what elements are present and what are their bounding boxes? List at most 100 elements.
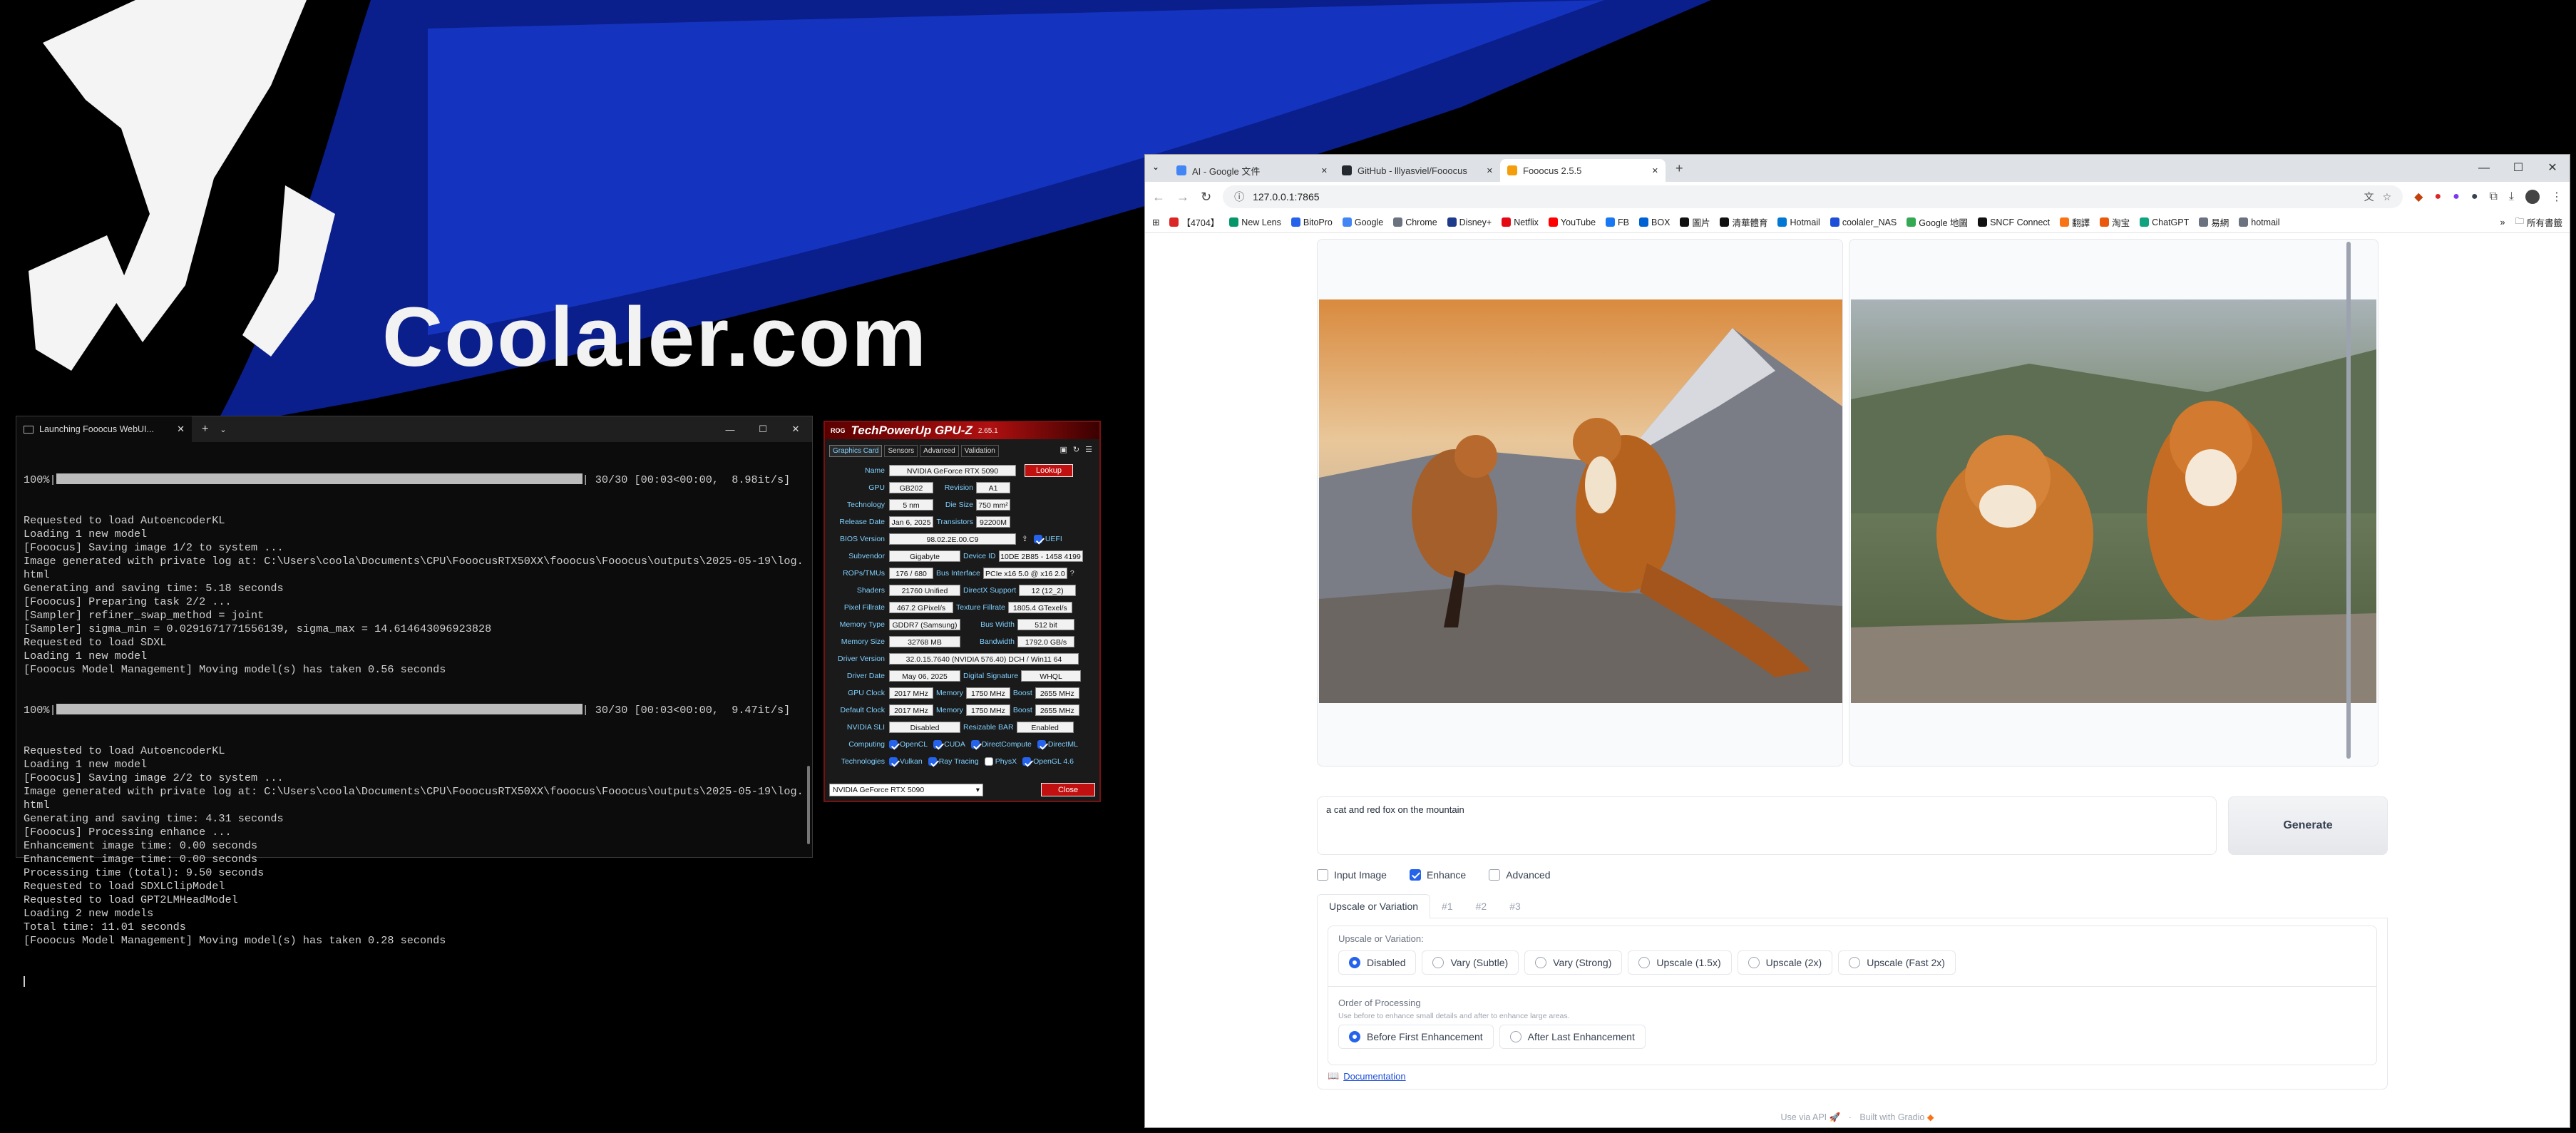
scrollbar[interactable] (807, 766, 810, 844)
radio-button[interactable] (1349, 1031, 1360, 1042)
value-rops[interactable]: 176 / 680 (889, 567, 933, 579)
bookmark[interactable]: BOX (1639, 215, 1670, 229)
back-icon[interactable]: ← (1152, 190, 1165, 205)
bookmark[interactable]: coolaler_NAS (1830, 215, 1897, 229)
bookmark[interactable]: 圖片 (1680, 215, 1710, 229)
fox-image-1[interactable] (1319, 299, 1842, 703)
tab-enhance-1[interactable]: #1 (1430, 895, 1464, 918)
value-bus-width[interactable]: 512 bit (1017, 618, 1074, 630)
bookmark[interactable]: 【4704】 (1169, 215, 1219, 229)
feature-checkbox[interactable]: PhysX (984, 757, 1017, 766)
radio-button[interactable] (1748, 957, 1760, 968)
radio-button[interactable] (1849, 957, 1861, 968)
value-directx[interactable]: 12 (12_2) (1019, 584, 1077, 596)
extensions-puzzle-icon[interactable]: ⧉ (2489, 190, 2497, 203)
bookmark[interactable]: 翻譯 (2060, 215, 2090, 229)
gallery-item[interactable] (1849, 239, 2379, 767)
checkbox[interactable] (889, 757, 898, 766)
tab-search-icon[interactable]: ⌄ (1152, 162, 1159, 172)
bookmark[interactable]: YouTube (1548, 215, 1596, 229)
bookmark[interactable]: Hotmail (1777, 215, 1820, 229)
fox-image-2[interactable] (1851, 299, 2376, 703)
extension-icon[interactable]: ● (2453, 190, 2460, 203)
value-driver-version[interactable]: 32.0.15.7640 (NVIDIA 576.40) DCH / Win11… (889, 652, 1079, 665)
kebab-menu-icon[interactable]: ⋮ (2551, 190, 2562, 204)
tab-validation[interactable]: Validation (960, 445, 999, 457)
new-tab-icon[interactable]: + (202, 423, 208, 436)
value-gpu-memory[interactable]: 1750 MHz (965, 687, 1010, 699)
uefi-checkbox[interactable] (1033, 534, 1042, 543)
tab-enhance-2[interactable]: #2 (1464, 895, 1499, 918)
more-bookmarks-icon[interactable]: » (2500, 217, 2505, 227)
value-resizable-bar[interactable]: Enabled (1016, 721, 1074, 733)
reload-icon[interactable]: ↻ (1201, 190, 1211, 205)
bookmark[interactable]: Chrome (1393, 215, 1437, 229)
feature-checkbox[interactable]: Vulkan (889, 757, 923, 766)
all-bookmarks[interactable]: 🗀 所有書籤 (2515, 215, 2562, 230)
value-default-clock[interactable]: 2017 MHz (889, 704, 933, 716)
browser-tab[interactable]: GitHub - lllyasviel/Fooocus ✕ (1335, 159, 1500, 182)
gpu-select[interactable]: NVIDIA GeForce RTX 5090 ▾ (829, 784, 983, 796)
radio-option[interactable]: Vary (Subtle) (1422, 950, 1519, 975)
radio-option[interactable]: Upscale (1.5x) (1628, 950, 1732, 975)
checkbox[interactable] (1317, 869, 1328, 881)
feature-checkbox[interactable]: OpenGL 4.6 (1022, 757, 1074, 766)
value-bios[interactable]: 98.02.2E.00.C9 (889, 533, 1016, 545)
generate-button[interactable]: Generate (2228, 796, 2388, 855)
value-sli[interactable]: Disabled (889, 721, 960, 733)
browser-tab[interactable]: AI - Google 文件 ✕ (1169, 159, 1335, 182)
radio-option[interactable]: Upscale (Fast 2x) (1838, 950, 1956, 975)
feature-checkbox[interactable]: DirectML (1037, 739, 1078, 749)
help-icon[interactable]: ? (1070, 569, 1074, 578)
value-texture-fillrate[interactable]: 1805.4 GTexel/s (1007, 601, 1072, 613)
menu-icon[interactable]: ☰ (1085, 445, 1092, 454)
terminal-output[interactable]: 100%| | 30/30 [00:03<00:00, 8.98it/s] Req… (16, 442, 812, 1018)
close-tab-icon[interactable]: ✕ (177, 424, 185, 435)
share-icon[interactable]: ⇪ (1022, 535, 1028, 543)
screenshot-icon[interactable]: ▣ (1060, 445, 1067, 454)
checkbox[interactable] (970, 739, 980, 749)
bookmark[interactable]: FB (1606, 215, 1629, 229)
checkbox[interactable] (933, 739, 943, 749)
value-transistors[interactable]: 92200M (976, 516, 1010, 528)
bookmark[interactable]: Google (1342, 215, 1383, 229)
checkbox[interactable] (928, 757, 937, 766)
checkbox[interactable] (1409, 869, 1421, 881)
radio-option[interactable]: Disabled (1338, 950, 1417, 975)
value-revision[interactable]: A1 (976, 481, 1010, 493)
tab-graphics-card[interactable]: Graphics Card (829, 445, 883, 457)
radio-option[interactable]: Vary (Strong) (1524, 950, 1623, 975)
checkbox[interactable] (1022, 757, 1032, 766)
checkbox[interactable] (1489, 869, 1501, 881)
feature-checkbox[interactable]: CUDA (933, 739, 965, 749)
feature-checkbox[interactable]: Ray Tracing (928, 757, 979, 766)
value-name[interactable]: NVIDIA GeForce RTX 5090 (889, 464, 1016, 476)
bookmark[interactable]: 易網 (2199, 215, 2229, 229)
value-default-boost[interactable]: 2655 MHz (1035, 704, 1079, 716)
chevron-down-icon[interactable]: ⌄ (220, 425, 226, 434)
value-gpu-boost[interactable]: 2655 MHz (1035, 687, 1079, 699)
lookup-button[interactable]: Lookup (1025, 463, 1073, 477)
bookmark[interactable]: 淘宝 (2100, 215, 2130, 229)
tab-enhance-3[interactable]: #3 (1498, 895, 1532, 918)
forward-icon[interactable]: → (1176, 190, 1189, 205)
use-api-link[interactable]: Use via API (1781, 1112, 1827, 1122)
value-die-size[interactable]: 750 mm² (976, 498, 1010, 511)
value-pixel-fillrate[interactable]: 467.2 GPixel/s (889, 601, 953, 613)
radio-button[interactable] (1638, 957, 1651, 968)
site-info-icon[interactable]: ⓘ (1234, 190, 1244, 204)
bookmark[interactable]: 清華體育 (1720, 215, 1767, 229)
value-shaders[interactable]: 21760 Unified (889, 584, 960, 596)
scrollbar[interactable] (2346, 242, 2351, 759)
bookmark-star-icon[interactable]: ☆ (2383, 191, 2392, 203)
close-icon[interactable]: ✕ (779, 424, 812, 435)
new-tab-icon[interactable]: + (1676, 161, 1683, 176)
minimize-icon[interactable]: — (2467, 162, 2501, 175)
close-button[interactable]: Close (1041, 783, 1095, 796)
tab-advanced[interactable]: Advanced (920, 445, 959, 457)
address-bar[interactable]: ⓘ 127.0.0.1:7865 文 ☆ (1223, 185, 2403, 208)
radio-button[interactable] (1432, 957, 1444, 968)
radio-button[interactable] (1349, 957, 1360, 968)
radio-button[interactable] (1509, 1031, 1522, 1042)
value-bus-interface[interactable]: PCIe x16 5.0 @ x16 2.0 (982, 567, 1067, 579)
